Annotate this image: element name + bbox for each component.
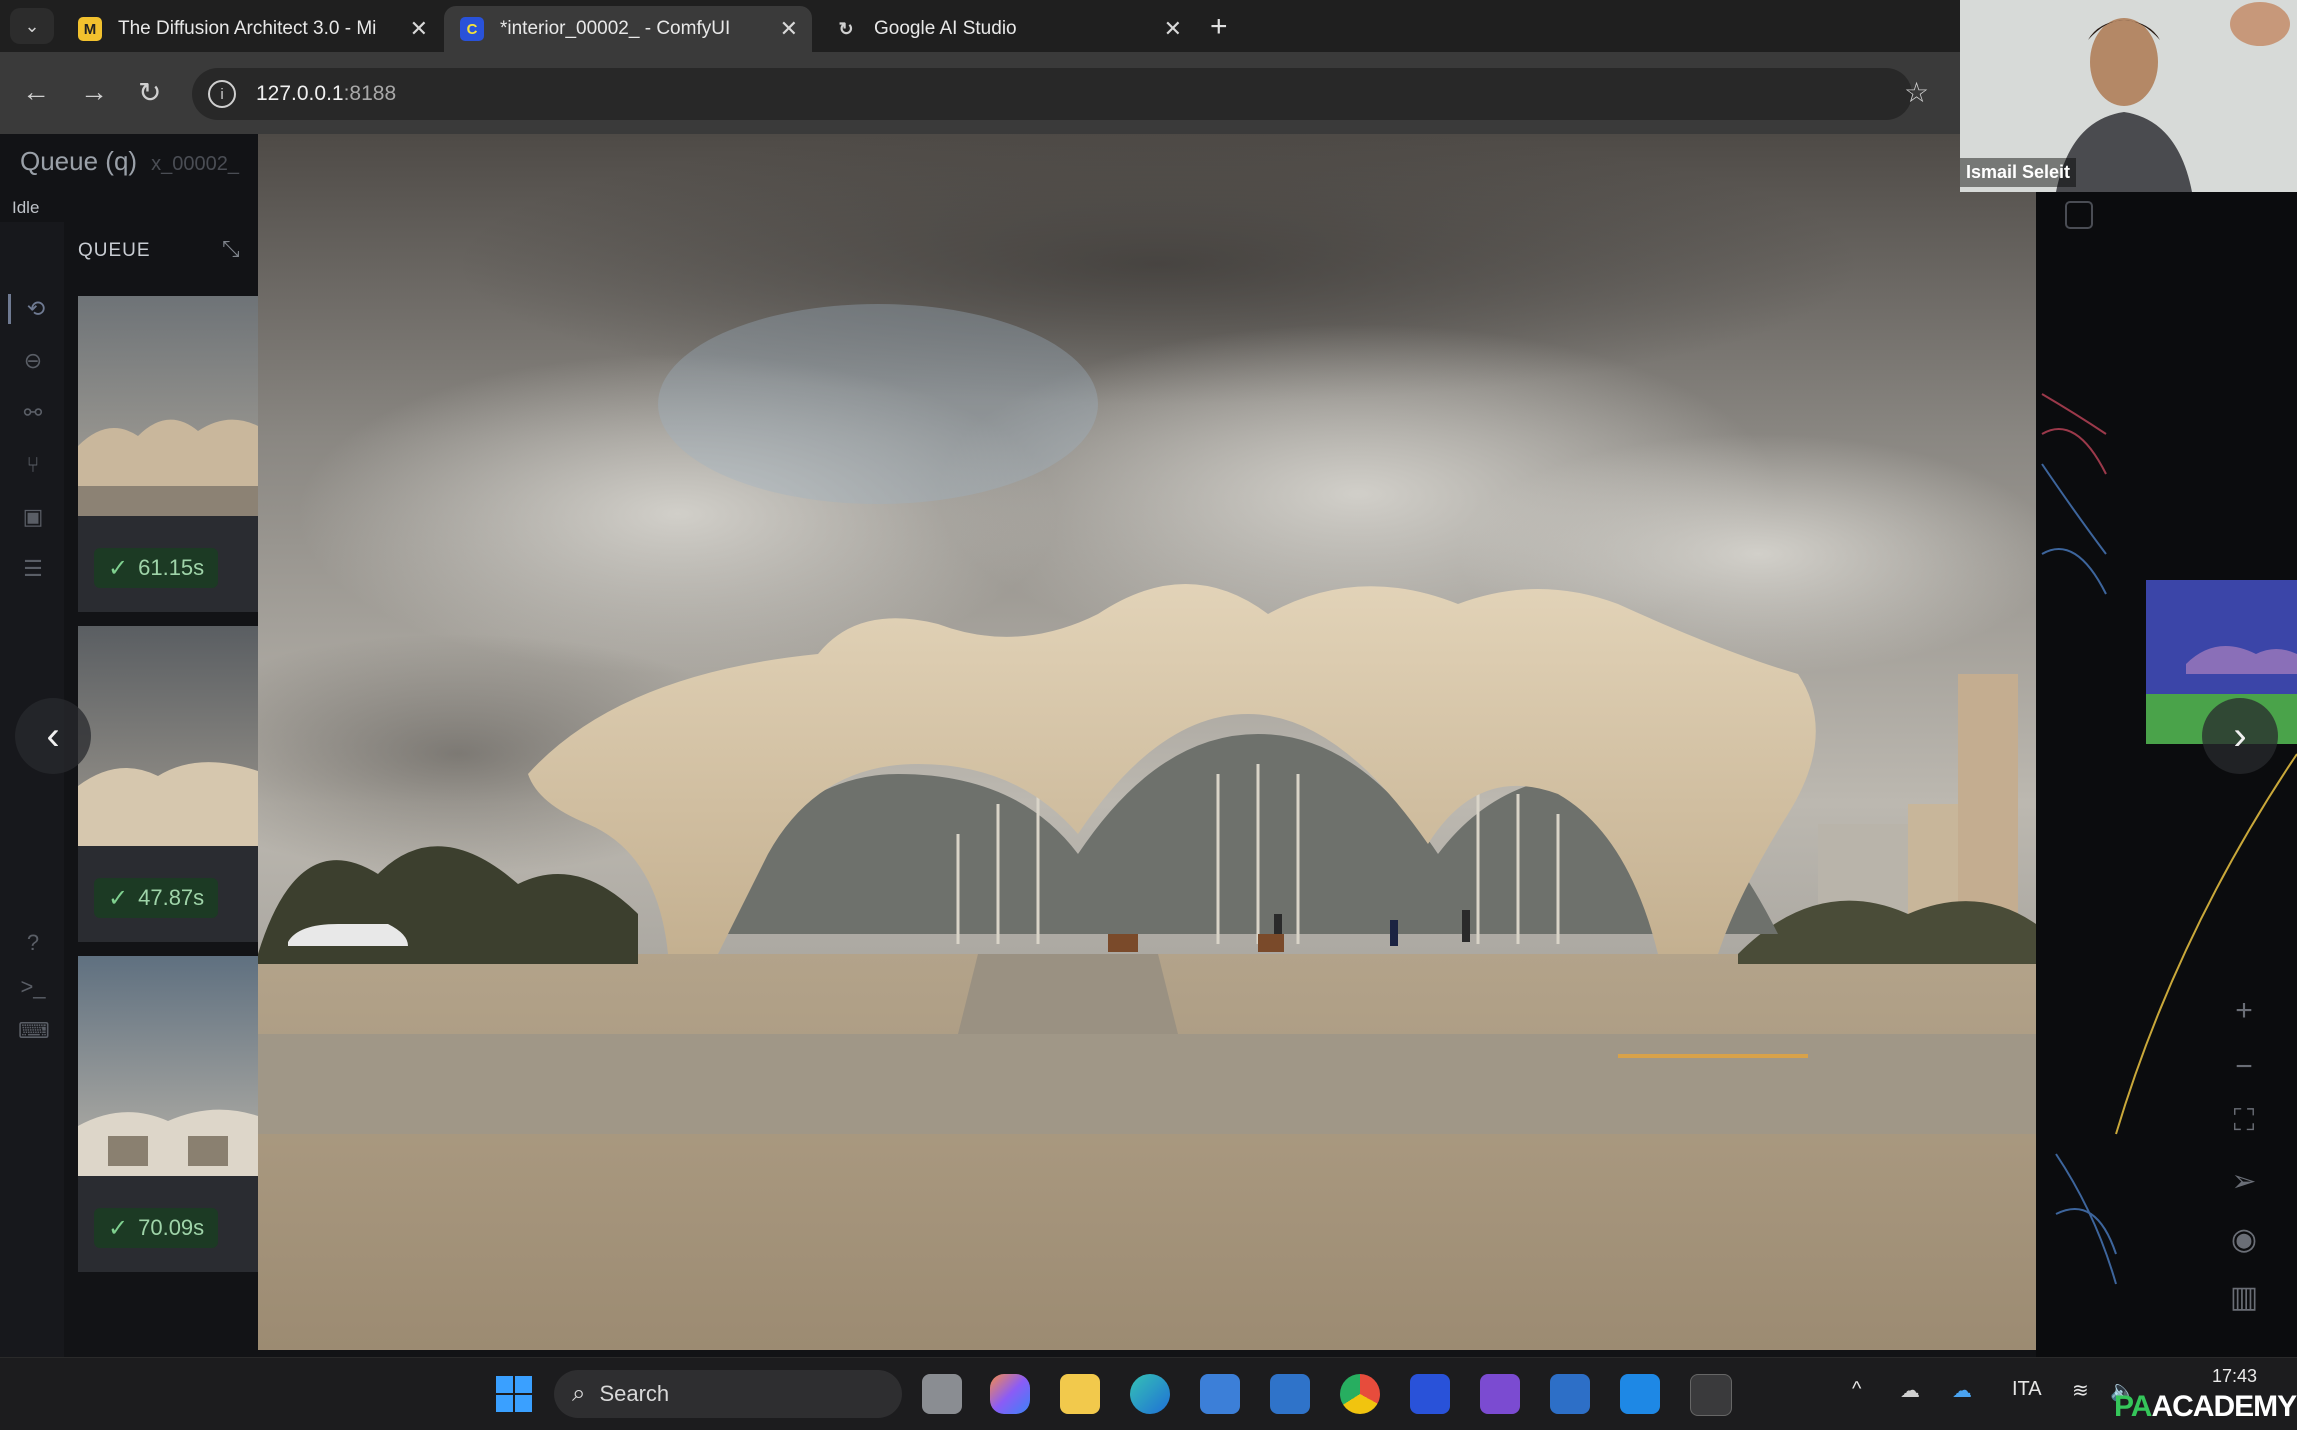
close-icon[interactable]: ✕	[1164, 16, 1182, 42]
back-arrow-icon[interactable]: ←	[22, 76, 50, 108]
status-text: Idle	[12, 198, 40, 217]
tab-comfyui[interactable]: C *interior_00002_ - ComfyUI ✕	[444, 6, 812, 52]
webcam-overlay: Ismail Seleit	[1960, 0, 2297, 192]
generated-image	[258, 134, 2036, 1350]
duration-value: 70.09s	[138, 1215, 205, 1240]
copilot-icon[interactable]	[990, 1374, 1030, 1414]
queue-thumbnail	[78, 956, 258, 1176]
vscode-icon[interactable]	[1620, 1374, 1660, 1414]
next-image-button[interactable]: ›	[2202, 698, 2278, 774]
outlook-icon[interactable]	[1270, 1374, 1310, 1414]
zoom-in-icon[interactable]: +	[2228, 994, 2260, 1028]
zoom-out-icon[interactable]: −	[2228, 1050, 2260, 1084]
tab-title: Google AI Studio	[874, 18, 1017, 39]
visibility-icon[interactable]: ◉	[2228, 1222, 2260, 1257]
terminal-icon[interactable]: >_	[18, 972, 48, 1002]
duration-value: 61.15s	[138, 555, 205, 580]
duration-badge: ✓ 47.87s	[94, 878, 219, 918]
check-icon: ✓	[108, 1214, 129, 1242]
tab-title: The Diffusion Architect 3.0 - Mi	[118, 18, 377, 39]
file-explorer-icon[interactable]	[1060, 1374, 1100, 1414]
tab-search-icon[interactable]: ⌄	[10, 8, 54, 44]
search-label: Search	[599, 1381, 670, 1406]
queue-panel-title: QUEUE	[78, 240, 151, 261]
keyboard-icon[interactable]: ⌨	[18, 1016, 50, 1046]
url-input[interactable]: i 127.0.0.1:8188	[192, 68, 1912, 120]
templates-icon[interactable]: ☰	[18, 554, 48, 584]
site-info-icon[interactable]: i	[208, 80, 236, 108]
check-icon: ✓	[108, 884, 129, 912]
queue-item[interactable]: ✓ 47.87s	[78, 626, 258, 942]
search-icon: ⌕	[572, 1380, 586, 1407]
browser-tab-bar: ⌄ M The Diffusion Architect 3.0 - Mi ✕ C…	[0, 0, 2297, 52]
url-host: 127.0.0.1	[256, 82, 344, 105]
terminal-icon[interactable]	[1690, 1374, 1732, 1416]
comfyui-icon[interactable]	[1410, 1374, 1450, 1414]
duration-value: 47.87s	[138, 885, 205, 910]
comfyui-icon: C	[460, 17, 484, 41]
address-bar: ← → ↻ i 127.0.0.1:8188 ☆	[0, 52, 2297, 134]
google-ai-icon: ↻	[838, 18, 854, 39]
app-window-icon[interactable]	[1550, 1374, 1590, 1414]
edge-icon[interactable]	[1130, 1374, 1170, 1414]
queue-item[interactable]: ✓ 70.09s	[78, 956, 258, 1272]
select-mode-icon[interactable]: ➢	[2228, 1164, 2260, 1199]
visual-studio-icon[interactable]	[1480, 1374, 1520, 1414]
architecture-render	[258, 134, 2036, 1350]
pa-academy-logo: PAACADEMY	[2114, 1390, 2297, 1423]
language-indicator[interactable]: ITA	[2012, 1378, 2042, 1401]
queue-header-title: Queue (q)	[20, 146, 138, 176]
reload-icon[interactable]: ↻	[138, 76, 161, 109]
model-library-icon[interactable]: ⚯	[18, 398, 48, 428]
fit-view-icon[interactable]: ⛶	[2228, 1104, 2260, 1138]
sidebar-iconbar: ⟲ ⊖ ⚯ ⑂ ▣ ☰ ? >_ ⌨	[0, 222, 64, 1357]
new-tab-button[interactable]: +	[1210, 10, 1228, 44]
tab-diffusion-architect[interactable]: M The Diffusion Architect 3.0 - Mi ✕	[62, 6, 442, 52]
previous-image-button[interactable]: ‹	[15, 698, 91, 774]
queue-item[interactable]: ✓ 61.15s	[78, 296, 258, 612]
bookmark-star-icon[interactable]: ☆	[1904, 76, 1929, 109]
windows-taskbar: ⌕ Search ^ ☁ ☁ ITA ≋ 🔈 17:43 PAACADEMY	[0, 1357, 2297, 1430]
close-icon[interactable]: ✕	[780, 16, 798, 42]
presenter-name: Ismail Seleit	[1960, 158, 2077, 187]
forward-arrow-icon[interactable]: →	[80, 76, 108, 108]
task-view-icon[interactable]	[922, 1374, 962, 1414]
url-port: :8188	[343, 82, 397, 105]
show-hidden-icons-icon[interactable]: ^	[1852, 1378, 1861, 1401]
tab-google-ai-studio[interactable]: ↻ Google AI Studio ✕	[818, 6, 1196, 52]
duration-badge: ✓ 61.15s	[94, 548, 219, 588]
image-gallery-icon[interactable]: ▣	[18, 502, 48, 532]
minimap-icon[interactable]: ▥	[2228, 1280, 2260, 1315]
taskbar-search[interactable]: ⌕ Search	[554, 1370, 902, 1418]
notebook-icon: M	[78, 17, 102, 41]
node-library-icon[interactable]: ⊖	[18, 346, 48, 376]
help-icon[interactable]: ?	[18, 928, 48, 958]
clock-time[interactable]: 17:43	[2212, 1366, 2257, 1387]
queue-thumbnail	[78, 626, 258, 846]
workflows-icon[interactable]: ⑂	[18, 450, 48, 480]
chrome-icon[interactable]	[1340, 1374, 1380, 1414]
queue-header-sub: x_00002_	[151, 153, 239, 175]
wifi-icon[interactable]: ≋	[2072, 1378, 2089, 1403]
queue-history-icon[interactable]: ⟲	[8, 294, 51, 324]
store-icon[interactable]	[1200, 1374, 1240, 1414]
close-icon[interactable]: ✕	[410, 16, 428, 42]
windows-start-icon[interactable]	[494, 1374, 534, 1414]
queue-thumbnail	[78, 296, 258, 516]
cloud-sync-icon[interactable]: ☁	[1900, 1378, 1920, 1403]
duration-badge: ✓ 70.09s	[94, 1208, 219, 1248]
collapse-icon[interactable]: ⤡	[222, 236, 240, 262]
comfyui-app: Queue (q) x_00002_ Idle ⟲ ⊖ ⚯ ⑂ ▣ ☰ ? >_ …	[0, 134, 2297, 1357]
queue-header: Queue (q) x_00002_	[20, 146, 239, 177]
onedrive-icon[interactable]: ☁	[1952, 1378, 1972, 1403]
check-icon: ✓	[108, 554, 129, 582]
tab-title: *interior_00002_ - ComfyUI	[500, 18, 731, 39]
